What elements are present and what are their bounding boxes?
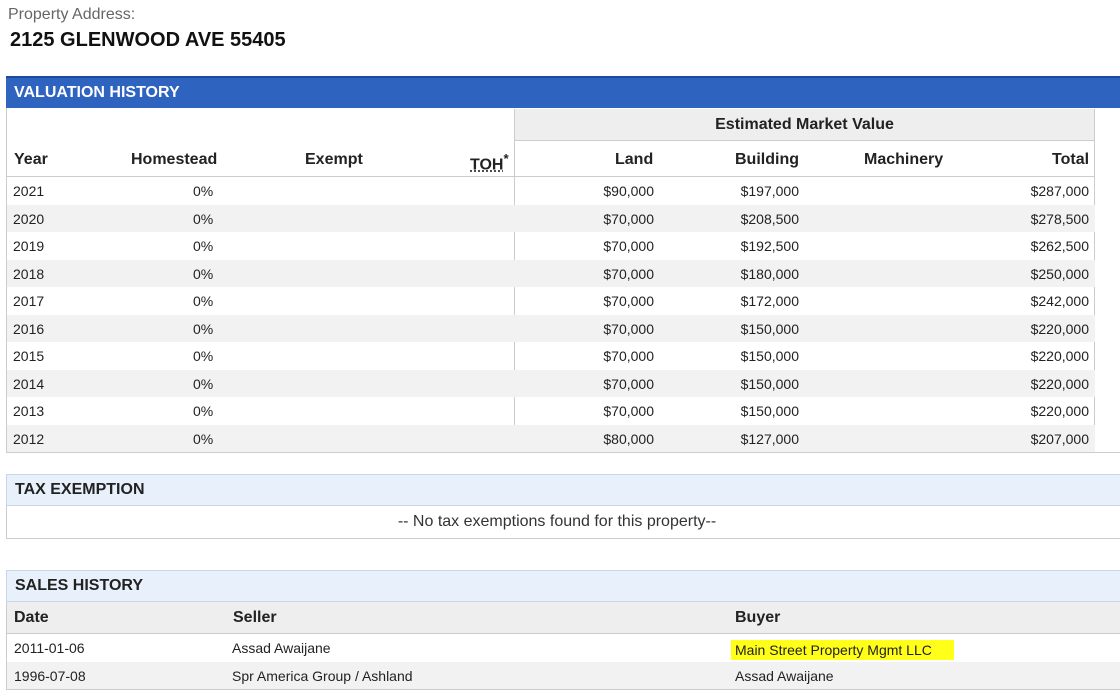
cell-homestead: 0%: [193, 293, 214, 309]
valuation-row: 2019 0% $70,000 $192,500 $262,500: [7, 232, 1095, 259]
cell-land: $90,000: [603, 183, 654, 199]
col-machinery: Machinery: [864, 151, 944, 168]
cell-land: $70,000: [603, 375, 654, 392]
valuation-row: 2017 0% $70,000 $172,000 $242,000: [7, 287, 1095, 314]
valuation-row: 2012 0% $80,000 $127,000 $207,000: [7, 424, 1095, 452]
col-seller: Seller: [233, 609, 277, 626]
cell-total: $262,500: [1030, 238, 1089, 254]
cell-year: 2014: [13, 375, 45, 392]
col-homestead: Homestead: [131, 151, 218, 168]
cell-total: $220,000: [1030, 320, 1089, 337]
cell-total: $250,000: [1030, 265, 1089, 282]
cell-land: $80,000: [603, 430, 654, 447]
col-total: Total: [1052, 151, 1090, 168]
cell-homestead: 0%: [193, 210, 214, 227]
cell-seller: Assad Awaijane: [232, 640, 331, 656]
table-bottom-border: [6, 689, 1120, 690]
cell-building: $127,000: [740, 430, 799, 447]
col-toh[interactable]: TOH*: [470, 151, 509, 174]
cell-year: 2021: [13, 183, 45, 199]
cell-land: $70,000: [603, 293, 654, 309]
cell-building: $197,000: [740, 183, 799, 199]
property-address: 2125 GLENWOOD AVE 55405: [10, 29, 286, 51]
valuation-row: 2021 0% $90,000 $197,000 $287,000: [7, 177, 1095, 204]
col-exempt: Exempt: [305, 151, 363, 168]
cell-building: $180,000: [740, 265, 799, 282]
cell-building: $150,000: [740, 375, 799, 392]
cell-year: 2013: [13, 403, 45, 419]
estimated-market-value-title: Estimated Market Value: [715, 116, 894, 133]
cell-year: 2012: [13, 430, 45, 447]
cell-building: $172,000: [740, 293, 799, 309]
sales-history-header: SALES HISTORY: [6, 570, 1120, 602]
cell-land: $70,000: [603, 238, 654, 254]
col-year: Year: [14, 151, 48, 168]
valuation-history-header: VALUATION HISTORY: [6, 76, 1120, 108]
tax-exemption-title: TAX EXEMPTION: [15, 481, 145, 498]
cell-homestead: 0%: [193, 238, 214, 254]
col-buyer: Buyer: [735, 609, 781, 626]
valuation-row: 2015 0% $70,000 $150,000 $220,000: [7, 342, 1095, 369]
col-building: Building: [735, 151, 799, 168]
cell-date: 1996-07-08: [14, 667, 86, 684]
cell-year: 2015: [13, 348, 45, 364]
cell-total: $207,000: [1030, 430, 1089, 447]
cell-homestead: 0%: [193, 320, 214, 337]
cell-building: $150,000: [740, 348, 799, 364]
cell-year: 2019: [13, 238, 45, 254]
cell-date: 2011-01-06: [14, 640, 85, 656]
cell-seller: Spr America Group / Ashland: [232, 667, 413, 684]
valuation-row: 2016 0% $70,000 $150,000 $220,000: [7, 314, 1095, 342]
cell-homestead: 0%: [193, 265, 214, 282]
cell-total: $287,000: [1030, 183, 1089, 199]
cell-building: $192,500: [740, 238, 799, 254]
cell-homestead: 0%: [193, 348, 214, 364]
cell-year: 2020: [13, 210, 45, 227]
tax-exemption-message: -- No tax exemptions found for this prop…: [397, 513, 717, 530]
col-date: Date: [14, 609, 49, 626]
cell-total: $220,000: [1030, 375, 1089, 392]
valuation-row: 2018 0% $70,000 $180,000 $250,000: [7, 259, 1095, 287]
cell-year: 2018: [13, 265, 45, 282]
sales-history-title: SALES HISTORY: [15, 577, 144, 594]
cell-land: $70,000: [603, 265, 654, 282]
valuation-row: 2020 0% $70,000 $208,500 $278,500: [7, 204, 1095, 232]
valuation-row: 2013 0% $70,000 $150,000 $220,000: [7, 397, 1095, 424]
cell-land: $70,000: [603, 348, 654, 364]
valuation-row: 2014 0% $70,000 $150,000 $220,000: [7, 369, 1095, 397]
cell-total: $278,500: [1030, 210, 1089, 227]
cell-buyer: Main Street Property Mgmt LLC: [731, 640, 954, 660]
cell-building: $150,000: [740, 403, 799, 419]
tax-exemption-body: -- No tax exemptions found for this prop…: [6, 506, 1120, 539]
cell-homestead: 0%: [193, 183, 214, 199]
tax-exemption-header: TAX EXEMPTION: [6, 474, 1120, 506]
cell-homestead: 0%: [193, 403, 214, 419]
toh-footnote-link[interactable]: *: [503, 151, 508, 166]
cell-year: 2017: [13, 293, 45, 309]
cell-year: 2016: [13, 320, 45, 337]
sales-row: 1996-07-08 Spr America Group / Ashland Ass…: [6, 661, 1120, 690]
toh-label[interactable]: TOH: [470, 156, 503, 173]
col-land: Land: [615, 151, 654, 168]
sales-history-columns: Date Seller Buyer: [6, 602, 1120, 634]
cell-land: $70,000: [603, 210, 654, 227]
property-address-label: Property Address:: [8, 6, 136, 23]
cell-homestead: 0%: [193, 375, 214, 392]
cell-total: $242,000: [1030, 293, 1089, 309]
cell-total: $220,000: [1030, 348, 1089, 364]
cell-building: $150,000: [740, 320, 799, 337]
cell-building: $208,500: [740, 210, 799, 227]
valuation-history-title: VALUATION HISTORY: [14, 84, 180, 101]
cell-buyer: Assad Awaijane: [735, 667, 834, 684]
cell-homestead: 0%: [193, 430, 214, 447]
cell-land: $70,000: [603, 403, 654, 419]
sales-row: 2011-01-06 Assad Awaijane Main Street Prop…: [6, 634, 1120, 662]
cell-total: $220,000: [1030, 403, 1089, 419]
cell-land: $70,000: [603, 320, 654, 337]
